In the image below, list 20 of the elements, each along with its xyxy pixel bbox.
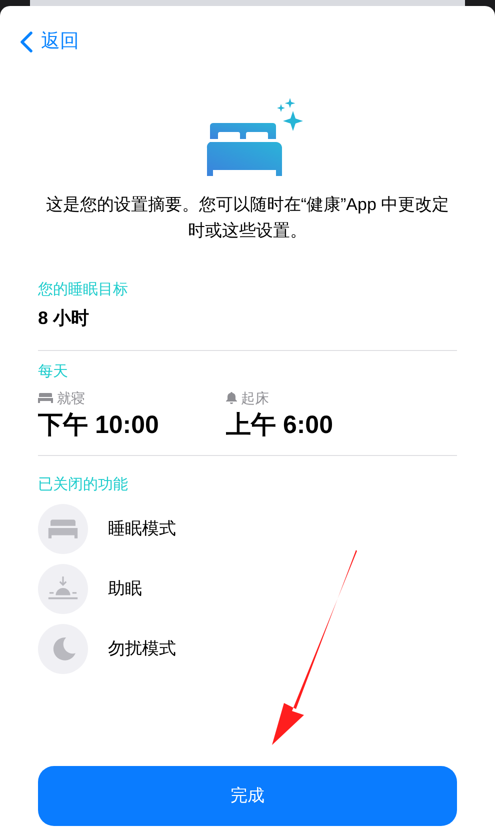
summary-text: 这是您的设置摘要。您可以随时在“健康”App 中更改定时或这些设置。 (44, 194, 450, 242)
feature-label: 助眠 (108, 578, 142, 600)
time-value: 上午 6:00 (226, 410, 334, 440)
time-label: 起床 (241, 388, 269, 408)
feature-label: 勿扰模式 (108, 638, 176, 660)
section-heading: 您的睡眠目标 (38, 280, 129, 300)
bell-icon (226, 392, 237, 404)
moon-icon (38, 624, 88, 674)
time-label: 就寝 (57, 388, 85, 408)
goal-value: 8 小时 (38, 307, 90, 330)
feature-label: 睡眠模式 (108, 518, 176, 540)
time-value: 下午 10:00 (38, 410, 160, 440)
sunset-icon (38, 564, 88, 614)
section-heading: 每天 (38, 362, 69, 382)
chevron-left-icon (20, 31, 33, 54)
done-button[interactable]: 完成 (38, 766, 457, 826)
bed-icon (38, 504, 88, 554)
section-heading: 已关闭的功能 (38, 474, 129, 494)
bed-icon (38, 393, 53, 403)
back-button[interactable]: 返回 (20, 28, 79, 56)
